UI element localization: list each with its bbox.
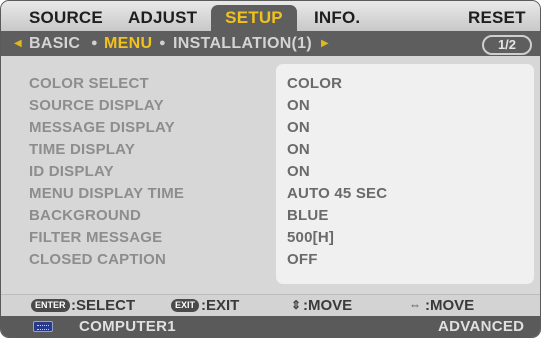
setting-label-message-display[interactable]: MESSAGE DISPLAY [29,117,175,139]
tab-setup[interactable]: SETUP [211,5,297,31]
setting-value-source-display[interactable]: ON [287,95,310,117]
tab-source[interactable]: SOURCE [29,5,103,31]
setting-label-color-select[interactable]: COLOR SELECT [29,73,149,95]
help-select: :SELECT [71,297,136,314]
exit-key-icon: EXIT [171,299,200,312]
current-source: COMPUTER1 [79,318,176,335]
main-tab-bar: SOURCE ADJUST SETUP INFO. RESET [1,1,540,31]
status-bar: COMPUTER1 ADVANCED [1,316,540,337]
setting-value-message-display[interactable]: ON [287,117,310,139]
setting-value-filter-message[interactable]: 500[H] [287,227,334,249]
separator-dot-icon: ● [159,37,166,49]
setting-label-background[interactable]: BACKGROUND [29,205,141,227]
setting-label-source-display[interactable]: SOURCE DISPLAY [29,95,164,117]
tab-adjust[interactable]: ADJUST [128,5,197,31]
settings-panel: COLOR SELECT COLOR SOURCE DISPLAY ON MES… [1,56,540,294]
setting-value-id-display[interactable]: ON [287,161,310,183]
projector-menu: SOURCE ADJUST SETUP INFO. RESET ◀ BASIC … [0,0,541,338]
separator-dot-icon: ● [91,37,98,49]
help-bar: ENTER :SELECT EXIT :EXIT ⇕ :MOVE ⇔ :MOVE [1,294,540,316]
setting-value-closed-caption[interactable]: OFF [287,249,318,271]
menu-mode: ADVANCED [438,318,525,335]
scroll-left-arrow-icon[interactable]: ◀ [14,31,22,56]
sub-tab-bar: ◀ BASIC ● MENU ● INSTALLATION(1) ▶ 1/2 [1,31,540,56]
subtab-menu[interactable]: MENU [104,31,152,56]
page-indicator: 1/2 [482,35,532,55]
setting-label-time-display[interactable]: TIME DISPLAY [29,139,135,161]
setting-label-filter-message[interactable]: FILTER MESSAGE [29,227,162,249]
scroll-right-arrow-icon[interactable]: ▶ [321,31,329,56]
setting-value-background[interactable]: BLUE [287,205,329,227]
help-exit: :EXIT [201,297,240,314]
setting-value-menu-display-time[interactable]: AUTO 45 SEC [287,183,387,205]
help-move-vertical: :MOVE [303,297,353,314]
tab-info[interactable]: INFO. [314,5,360,31]
subtab-installation[interactable]: INSTALLATION(1) [173,31,312,56]
setting-value-time-display[interactable]: ON [287,139,310,161]
setting-label-closed-caption[interactable]: CLOSED CAPTION [29,249,166,271]
computer-input-icon [33,321,53,332]
setting-value-color-select[interactable]: COLOR [287,73,342,95]
tab-reset[interactable]: RESET [468,5,526,31]
enter-key-icon: ENTER [31,299,70,312]
setting-label-menu-display-time[interactable]: MENU DISPLAY TIME [29,183,184,205]
help-move-horizontal: :MOVE [425,297,475,314]
setting-label-id-display[interactable]: ID DISPLAY [29,161,114,183]
left-right-arrows-icon: ⇔ [409,298,421,312]
subtab-basic[interactable]: BASIC [29,31,80,56]
up-down-arrows-icon: ⇕ [291,298,302,312]
